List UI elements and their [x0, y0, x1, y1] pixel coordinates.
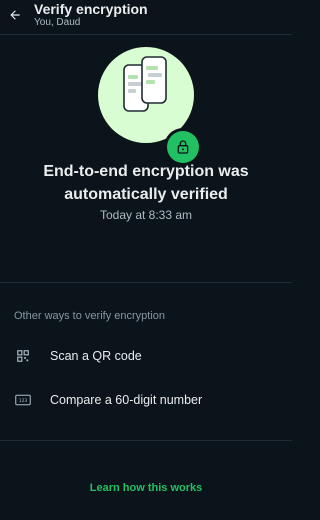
lock-icon — [177, 140, 189, 154]
verification-time: Today at 8:33 am — [99, 208, 193, 222]
footer-divider — [0, 440, 292, 441]
verification-headline: End-to-end encryption was automatically … — [0, 160, 292, 206]
page-title: Verify encryption — [34, 1, 148, 17]
section-divider — [0, 282, 292, 283]
qr-code-icon — [14, 347, 32, 365]
svg-text:123: 123 — [19, 398, 28, 404]
scan-qr-code-label: Scan a QR code — [50, 349, 142, 363]
scan-qr-code-option[interactable]: Scan a QR code — [0, 338, 292, 374]
compare-number-label: Compare a 60-digit number — [50, 393, 203, 407]
other-ways-label: Other ways to verify encryption — [14, 310, 166, 322]
page-subtitle: You, Daud — [34, 17, 81, 28]
learn-how-link[interactable]: Learn how this works — [0, 482, 292, 494]
back-button[interactable] — [0, 0, 30, 30]
compare-number-option[interactable]: 123 Compare a 60-digit number — [0, 382, 292, 418]
header-divider — [0, 34, 292, 35]
headline-line-2: automatically verified — [64, 186, 228, 203]
headline-line-1: End-to-end encryption was — [43, 163, 249, 180]
arrow-left-icon — [10, 10, 20, 20]
number-123-icon: 123 — [14, 391, 32, 409]
top-app-bar: Verify encryption You, Daud — [0, 0, 292, 34]
